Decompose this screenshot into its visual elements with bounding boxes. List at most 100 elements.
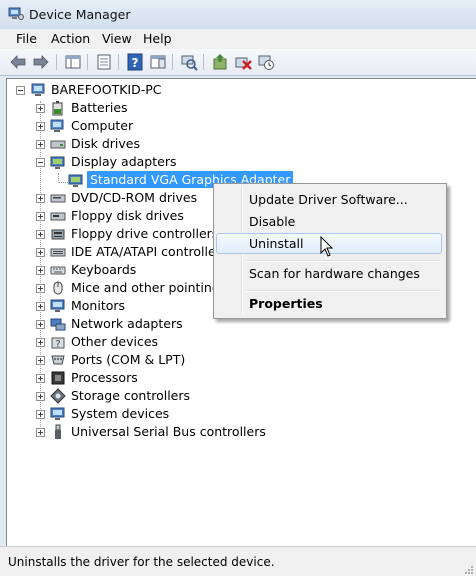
computer-icon — [31, 83, 45, 96]
toolbar-separator — [87, 54, 88, 70]
tree-root[interactable]: BAREFOOTKID-PC — [7, 81, 207, 99]
tree-item-label: Storage controllers — [71, 388, 191, 403]
processor-icon — [51, 371, 65, 385]
menu-item-scan-hardware[interactable]: Scan for hardware changes — [216, 263, 442, 284]
expand-toggle[interactable] — [36, 338, 45, 347]
tree-item-disk-drives[interactable]: Disk drives — [7, 135, 207, 153]
uninstall-device-icon[interactable] — [234, 53, 252, 71]
expand-toggle[interactable] — [36, 302, 45, 311]
tree-item-label: Disk drives — [71, 136, 140, 151]
menu-item-label: Scan for hardware changes — [249, 266, 420, 281]
tree-item-processors[interactable]: Processors — [7, 369, 207, 387]
back-arrow-icon[interactable] — [9, 53, 27, 71]
other-device-icon: ? — [51, 337, 65, 350]
properties-icon[interactable] — [95, 53, 113, 71]
ide-controller-icon — [50, 248, 66, 257]
tree-item-batteries[interactable]: Batteries — [7, 99, 207, 117]
monitor-icon — [50, 299, 65, 312]
show-hide-tree-icon[interactable] — [64, 53, 82, 71]
svg-text:?: ? — [132, 56, 139, 70]
menu-separator — [246, 260, 440, 262]
system-device-icon — [50, 407, 65, 420]
toolbar: ? — [0, 49, 476, 76]
expand-toggle[interactable] — [36, 374, 45, 383]
tree-item-storage-controllers[interactable]: Storage controllers — [7, 387, 207, 405]
expand-toggle[interactable] — [36, 104, 45, 113]
expand-toggle[interactable] — [36, 212, 45, 221]
menu-item-label: Update Driver Software... — [249, 192, 408, 207]
expand-toggle[interactable] — [36, 320, 45, 329]
menu-item-label: Uninstall — [249, 236, 304, 251]
tree-item-label: Universal Serial Bus controllers — [71, 424, 266, 439]
forward-arrow-icon[interactable] — [32, 53, 50, 71]
tree-item-label: DVD/CD-ROM drives — [71, 190, 198, 205]
expand-toggle[interactable] — [36, 284, 45, 293]
keyboard-icon — [50, 266, 66, 275]
tree-item-display-adapters[interactable]: Display adapters — [7, 153, 227, 171]
expand-toggle[interactable] — [36, 230, 45, 239]
menu-item-properties[interactable]: Properties — [216, 293, 442, 314]
battery-icon — [52, 101, 63, 116]
disk-drive-icon — [50, 140, 66, 149]
tree-item-ide-controllers[interactable]: IDE ATA/ATAPI controllers — [7, 243, 227, 261]
tree-item-label: Processors — [71, 370, 138, 385]
tree-item-floppy-controllers[interactable]: Floppy drive controllers — [7, 225, 218, 243]
device-manager-window: Device Manager File Action View Help ? B… — [0, 0, 476, 576]
expand-toggle[interactable] — [36, 194, 45, 203]
menu-action[interactable]: Action — [51, 31, 90, 46]
tree-item-monitors[interactable]: Monitors — [7, 297, 207, 315]
window-title: Device Manager — [29, 7, 131, 22]
toolbar-separator — [56, 54, 57, 70]
tree-item-label: Ports (COM & LPT) — [71, 352, 186, 367]
tree-item-computer[interactable]: Computer — [7, 117, 207, 135]
action-pane-icon[interactable] — [149, 53, 167, 71]
expand-toggle[interactable] — [36, 428, 45, 437]
expand-toggle[interactable] — [36, 410, 45, 419]
tree-item-label: Floppy drive controllers — [71, 226, 219, 241]
toolbar-separator — [203, 54, 204, 70]
port-icon — [51, 355, 65, 365]
tree-item-floppy-disk-drives[interactable]: Floppy disk drives — [7, 207, 207, 225]
tree-item-ports[interactable]: Ports (COM & LPT) — [7, 351, 207, 369]
expand-toggle[interactable] — [36, 248, 45, 257]
tree-item-usb-controllers[interactable]: Universal Serial Bus controllers — [7, 423, 267, 441]
tree-item-label: Display adapters — [71, 154, 177, 169]
svg-text:?: ? — [55, 339, 60, 350]
menu-help[interactable]: Help — [143, 31, 172, 46]
menu-view[interactable]: View — [102, 31, 132, 46]
expand-toggle[interactable] — [36, 140, 45, 149]
computer-icon — [50, 119, 64, 132]
menu-bar: File Action View Help — [0, 29, 476, 49]
tree-item-other-devices[interactable]: ? Other devices — [7, 333, 207, 351]
tree-item-label: Monitors — [71, 298, 126, 313]
scan-hardware-icon[interactable] — [180, 53, 198, 71]
network-adapter-icon — [50, 318, 66, 331]
expand-toggle[interactable] — [36, 122, 45, 131]
expand-toggle[interactable] — [36, 266, 45, 275]
update-driver-icon[interactable] — [211, 53, 229, 71]
help-icon[interactable]: ? — [126, 53, 144, 71]
menu-file[interactable]: File — [16, 31, 37, 46]
menu-item-update-driver[interactable]: Update Driver Software... — [216, 189, 442, 210]
disable-device-icon[interactable] — [257, 53, 275, 71]
expand-toggle[interactable] — [36, 392, 45, 401]
tree-item-dvd-drives[interactable]: DVD/CD-ROM drives — [7, 189, 207, 207]
toolbar-separator — [118, 54, 119, 70]
collapse-toggle[interactable] — [36, 158, 45, 167]
menu-item-disable[interactable]: Disable — [216, 211, 442, 232]
device-manager-icon — [8, 7, 24, 20]
tree-item-keyboards[interactable]: Keyboards — [7, 261, 207, 279]
resize-grip-icon[interactable] — [464, 565, 474, 575]
tree-item-system-devices[interactable]: System devices — [7, 405, 207, 423]
display-adapter-icon — [50, 156, 65, 169]
tree-item-network-adapters[interactable]: Network adapters — [7, 315, 207, 333]
title-bar[interactable]: Device Manager — [0, 0, 476, 29]
tree-item-mice[interactable]: Mice and other pointing de — [7, 279, 239, 297]
mouse-cursor-icon — [320, 236, 334, 257]
floppy-disk-icon — [50, 212, 66, 221]
collapse-toggle[interactable] — [16, 86, 25, 95]
tree-item-label: System devices — [71, 406, 170, 421]
tree-item-label: Other devices — [71, 334, 159, 349]
usb-icon — [55, 424, 61, 439]
expand-toggle[interactable] — [36, 356, 45, 365]
